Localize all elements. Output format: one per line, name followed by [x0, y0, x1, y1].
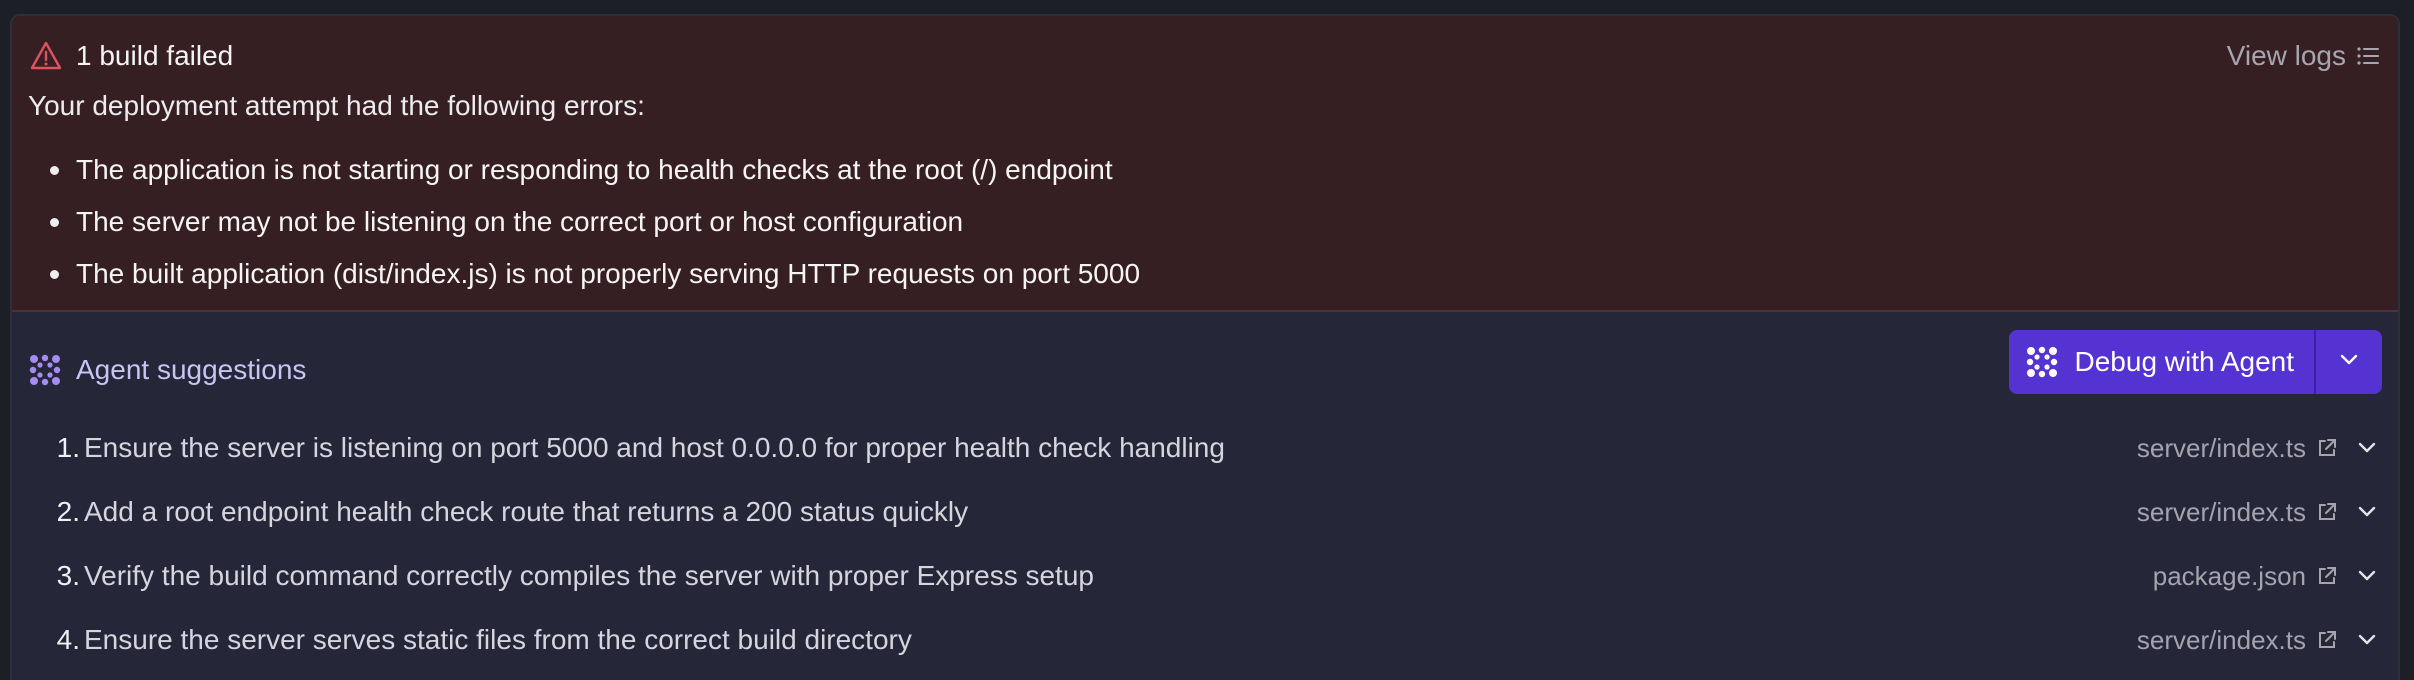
suggestion-file-link[interactable]: server/index.ts: [2137, 625, 2338, 656]
error-list-item: The built application (dist/index.js) is…: [12, 248, 1140, 300]
suggestion-number: 3.: [56, 560, 80, 591]
error-item-text: The built application (dist/index.js) is…: [76, 258, 1141, 289]
chevron-down-icon: [2339, 353, 2359, 371]
suggestion-item: 1. Ensure the server is listening on por…: [12, 416, 2398, 480]
debug-with-agent-button[interactable]: Debug with Agent: [2008, 330, 2316, 394]
error-header: 1 build failed: [30, 38, 233, 74]
file-name: package.json: [2152, 560, 2306, 591]
debug-with-agent-split-button: Debug with Agent: [2008, 330, 2382, 394]
suggestion-file-link[interactable]: package.json: [2153, 561, 2338, 592]
suggestion-item: 3. Verify the build command correctly co…: [12, 544, 2398, 608]
agent-logo-icon: [2025, 345, 2059, 379]
suggestion-number: 2.: [56, 496, 80, 527]
error-intro: Your deployment attempt had the followin…: [28, 90, 645, 121]
suggestion-item: 2. Add a root endpoint health check rout…: [12, 480, 2398, 544]
chevron-down-icon: [2358, 442, 2376, 453]
expand-suggestion-button[interactable]: [2352, 433, 2382, 463]
bullet-dot: [50, 166, 59, 175]
file-name: server/index.ts: [2136, 624, 2306, 655]
expand-suggestion-button[interactable]: [2352, 497, 2382, 527]
expand-suggestion-button[interactable]: [2352, 625, 2382, 655]
chevron-down-icon: [2358, 634, 2376, 645]
view-logs-label: View logs: [2226, 40, 2346, 71]
deployment-status-card: 1 build failed View logs Your deployment…: [10, 14, 2400, 680]
bullet-dot: [50, 270, 59, 279]
suggestion-text: Verify the build command correctly compi…: [84, 560, 1094, 591]
agent-logo-icon: [28, 353, 62, 387]
suggestion-item: 4. Ensure the server serves static files…: [12, 608, 2398, 672]
suggestion-file-link[interactable]: server/index.ts: [2137, 433, 2338, 464]
chevron-down-icon: [2358, 506, 2376, 517]
debug-with-agent-label: Debug with Agent: [2074, 346, 2295, 377]
suggestion-number: 4.: [56, 624, 80, 655]
expand-suggestion-button[interactable]: [2352, 561, 2382, 591]
external-link-icon: [2316, 629, 2338, 651]
error-title: 1 build failed: [76, 40, 234, 71]
suggestion-text: Ensure the server is listening on port 5…: [84, 432, 1225, 463]
error-list-item: The server may not be listening on the c…: [12, 196, 1140, 248]
debug-options-dropdown-button[interactable]: [2316, 330, 2382, 394]
bullet-dot: [50, 218, 59, 227]
agent-suggestions-panel: Agent suggestions Debug with Agent 1. En…: [12, 312, 2398, 680]
view-logs-link[interactable]: View logs: [2227, 38, 2380, 74]
suggestion-list: 1. Ensure the server is listening on por…: [12, 416, 2398, 672]
agent-suggestions-title: Agent suggestions: [76, 354, 307, 385]
suggestion-file-link[interactable]: server/index.ts: [2137, 497, 2338, 528]
error-list: The application is not starting or respo…: [12, 144, 1140, 300]
file-name: server/index.ts: [2136, 496, 2306, 527]
list-icon: [2356, 45, 2380, 67]
warning-triangle-icon: [30, 40, 62, 72]
suggestion-number: 1.: [56, 432, 80, 463]
external-link-icon: [2316, 501, 2338, 523]
error-item-text: The server may not be listening on the c…: [76, 206, 964, 237]
file-name: server/index.ts: [2136, 432, 2306, 463]
agent-header: Agent suggestions: [28, 352, 306, 388]
chevron-down-icon: [2358, 570, 2376, 581]
suggestion-text: Add a root endpoint health check route t…: [84, 496, 969, 527]
external-link-icon: [2316, 437, 2338, 459]
error-panel: 1 build failed View logs Your deployment…: [12, 16, 2398, 312]
suggestion-text: Ensure the server serves static files fr…: [84, 624, 912, 655]
error-item-text: The application is not starting or respo…: [76, 154, 1113, 185]
external-link-icon: [2316, 565, 2338, 587]
error-list-item: The application is not starting or respo…: [12, 144, 1140, 196]
